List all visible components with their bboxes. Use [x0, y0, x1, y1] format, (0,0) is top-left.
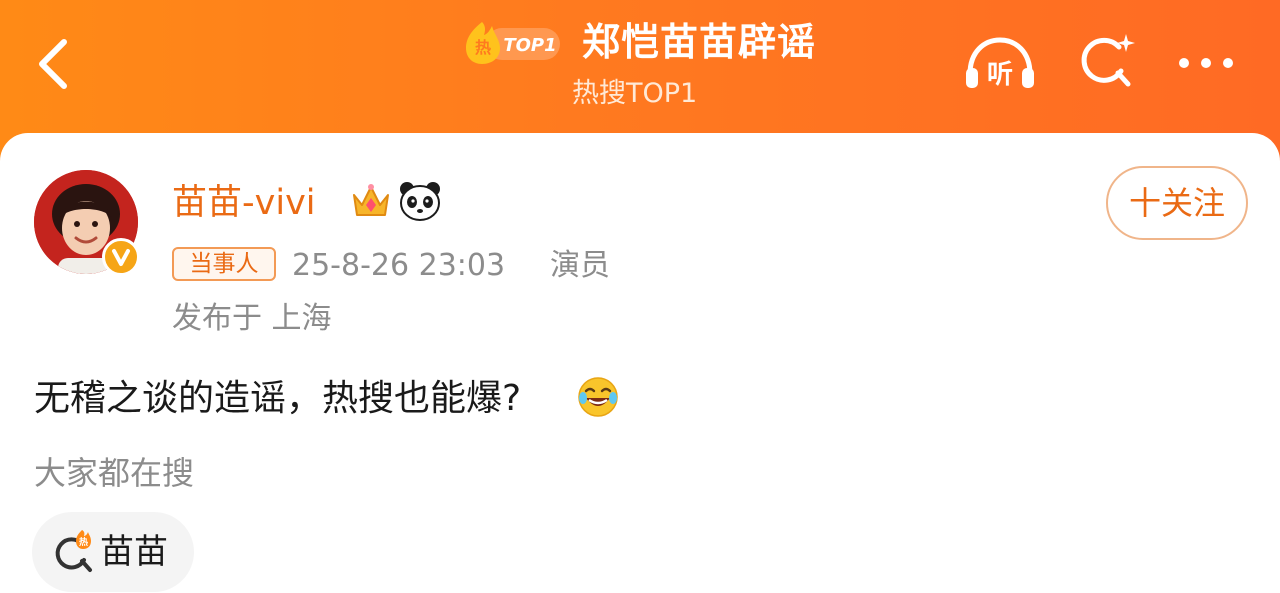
more-button[interactable]	[1174, 50, 1238, 76]
laugh-emoji-icon	[577, 376, 619, 418]
svg-text:TOP1: TOP1	[503, 35, 556, 56]
listen-button[interactable]: 听	[962, 34, 1038, 92]
verified-v-icon	[112, 249, 130, 266]
trending-chip-label: 苗苗	[100, 532, 168, 572]
svg-text:热: 热	[79, 536, 88, 548]
follow-button[interactable]: 十关注	[1106, 166, 1248, 240]
hot-top-badge: 热 TOP1	[462, 16, 562, 66]
search-sparkle-icon	[1081, 34, 1135, 87]
post-text: 无稽之谈的造谣，热搜也能爆?	[34, 378, 522, 419]
panda-icon	[398, 180, 442, 222]
user-title: 演员	[550, 248, 610, 283]
svg-text:热: 热	[475, 38, 491, 57]
hot-top-badge-icon: 热 TOP1	[466, 22, 560, 64]
post-location: 发布于 上海	[172, 301, 332, 336]
role-tag: 当事人	[172, 247, 276, 281]
verified-badge	[102, 238, 140, 276]
back-arrow-icon	[39, 39, 67, 89]
trending-chip[interactable]: 热 苗苗	[32, 512, 194, 592]
post-time: 25-8-26 23:03	[292, 248, 506, 283]
listen-headphones-icon: 听	[966, 37, 1034, 90]
more-dots-icon	[1179, 58, 1233, 68]
back-button[interactable]	[32, 34, 78, 94]
trending-section-title: 大家都在搜	[34, 454, 195, 492]
page-title: 郑恺苗苗辟谣	[582, 20, 817, 64]
hot-search-icon: 热	[54, 528, 98, 574]
page-subtitle: 热搜TOP1	[572, 78, 698, 109]
search-button[interactable]	[1078, 30, 1138, 92]
svg-text:听: 听	[987, 60, 1013, 90]
username[interactable]: 苗苗-vivi	[172, 180, 316, 226]
crown-icon	[350, 181, 392, 221]
